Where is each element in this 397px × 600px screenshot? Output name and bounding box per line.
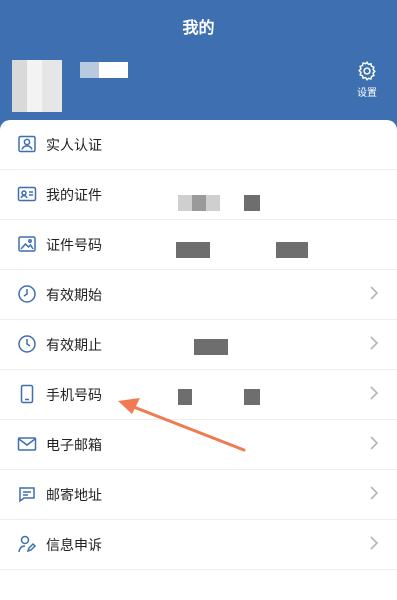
phone-icon bbox=[20, 384, 34, 404]
menu-item-label: 电子邮箱 bbox=[46, 438, 102, 454]
page-title: 我的 bbox=[182, 18, 215, 37]
menu-item-label: 实人认证 bbox=[46, 138, 102, 154]
value-redacted bbox=[192, 195, 206, 211]
menu-item-id-number[interactable]: 证件号码 bbox=[0, 220, 397, 270]
menu-item-valid-until[interactable]: 有效期止 bbox=[0, 320, 397, 370]
value-redacted bbox=[178, 195, 192, 211]
menu-item-phone-number[interactable]: 手机号码 bbox=[0, 370, 397, 420]
menu-item-label: 邮寄地址 bbox=[46, 488, 102, 504]
person-edit-icon bbox=[18, 535, 37, 553]
menu-item-label: 手机号码 bbox=[46, 388, 102, 404]
clock-icon bbox=[18, 335, 36, 353]
menu-item-email[interactable]: 电子邮箱 bbox=[0, 420, 397, 470]
gear-icon bbox=[358, 61, 376, 81]
menu-item-real-name-auth[interactable]: 实人认证 bbox=[0, 120, 397, 170]
menu-item-label: 有效期止 bbox=[46, 338, 102, 354]
id-card-icon bbox=[17, 186, 37, 202]
value-redacted bbox=[206, 195, 220, 211]
menu-item-info-appeal[interactable]: 信息申诉 bbox=[0, 520, 397, 570]
chevron-right-icon bbox=[370, 336, 379, 350]
chevron-right-icon bbox=[370, 536, 379, 550]
menu-item-my-documents[interactable]: 我的证件 bbox=[0, 170, 397, 220]
person-card-icon bbox=[18, 135, 36, 153]
value-redacted bbox=[244, 389, 260, 405]
value-redacted bbox=[276, 242, 308, 258]
user-name-redacted bbox=[80, 62, 128, 78]
menu-item-label: 信息申诉 bbox=[46, 538, 102, 554]
id-photo-icon bbox=[18, 236, 36, 252]
value-redacted bbox=[176, 242, 210, 258]
avatar[interactable] bbox=[12, 60, 62, 112]
menu-item-label: 有效期始 bbox=[46, 288, 102, 304]
chevron-right-icon bbox=[370, 436, 379, 450]
chevron-right-icon bbox=[370, 486, 379, 500]
clock-icon bbox=[18, 285, 36, 303]
value-redacted bbox=[244, 195, 260, 211]
chevron-right-icon bbox=[370, 286, 379, 300]
profile-header: 我的 设置 bbox=[0, 0, 397, 130]
value-redacted bbox=[178, 389, 192, 405]
settings-button[interactable]: 设置 bbox=[348, 60, 386, 104]
menu-item-mailing-address[interactable]: 邮寄地址 bbox=[0, 470, 397, 520]
settings-label: 设置 bbox=[357, 88, 377, 99]
profile-menu: 实人认证 我的证件 证件号码 有效期始 有效期止 手机号码 电子邮箱 邮寄地址 … bbox=[0, 120, 397, 600]
chevron-right-icon bbox=[370, 386, 379, 400]
mail-icon bbox=[17, 437, 37, 451]
menu-item-label: 我的证件 bbox=[46, 188, 102, 204]
menu-item-valid-from[interactable]: 有效期始 bbox=[0, 270, 397, 320]
value-redacted bbox=[194, 339, 228, 355]
menu-item-label: 证件号码 bbox=[46, 238, 102, 254]
address-card-icon bbox=[19, 487, 35, 503]
